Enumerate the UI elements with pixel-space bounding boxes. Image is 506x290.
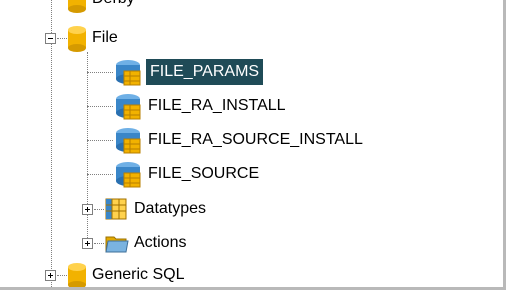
tree-guide-line [87,140,113,141]
tree-node-label: FILE_RA_INSTALL [148,97,286,114]
table-icon [116,128,141,154]
tree-guide-line [87,72,113,73]
database-cylinder-icon [68,263,86,287]
tree-node-table[interactable]: FILE_SOURCE [0,161,420,195]
tree-node-table[interactable]: FILE_PARAMS [0,59,420,93]
table-icon [116,60,141,86]
database-cylinder-icon [68,0,86,13]
datatypes-grid-icon [105,198,127,220]
tree-guide-line [94,209,104,210]
tree-node-actions[interactable]: Actions [0,230,300,264]
expand-toggle[interactable] [82,204,93,215]
table-icon [116,162,141,188]
folder-icon [105,236,129,253]
tree-node-derby[interactable]: Derby [0,0,300,20]
tree-node-label: Datatypes [134,200,207,217]
table-icon [116,94,141,120]
tree-node-label: FILE_PARAMS [146,59,264,85]
tree-node-datatypes[interactable]: Datatypes [0,196,300,230]
database-cylinder-icon [68,26,86,52]
tree-node-table[interactable]: FILE_RA_INSTALL [0,93,420,127]
tree-node-label: File [92,29,118,46]
tree-node-table[interactable]: FILE_RA_SOURCE_INSTALL [0,127,440,161]
tree-node-label: Actions [134,234,187,251]
tree-node-label: FILE_SOURCE [148,165,260,182]
tree-node-label: Generic SQL [92,266,185,283]
tree-guide-line [87,106,113,107]
tree-node-label: Derby [90,0,137,12]
tree-node-file[interactable]: File [0,25,200,59]
tree-node-generic-sql[interactable]: Generic SQL [0,262,300,287]
tree-node-label: FILE_RA_SOURCE_INSTALL [148,131,363,148]
collapse-toggle[interactable] [45,33,56,44]
expand-toggle[interactable] [82,238,93,249]
tree-guide-line [87,174,113,175]
tree-view[interactable]: Derby File FILE_PARAMS [0,0,506,290]
expand-toggle[interactable] [45,270,56,281]
tree-guide-line [94,243,104,244]
